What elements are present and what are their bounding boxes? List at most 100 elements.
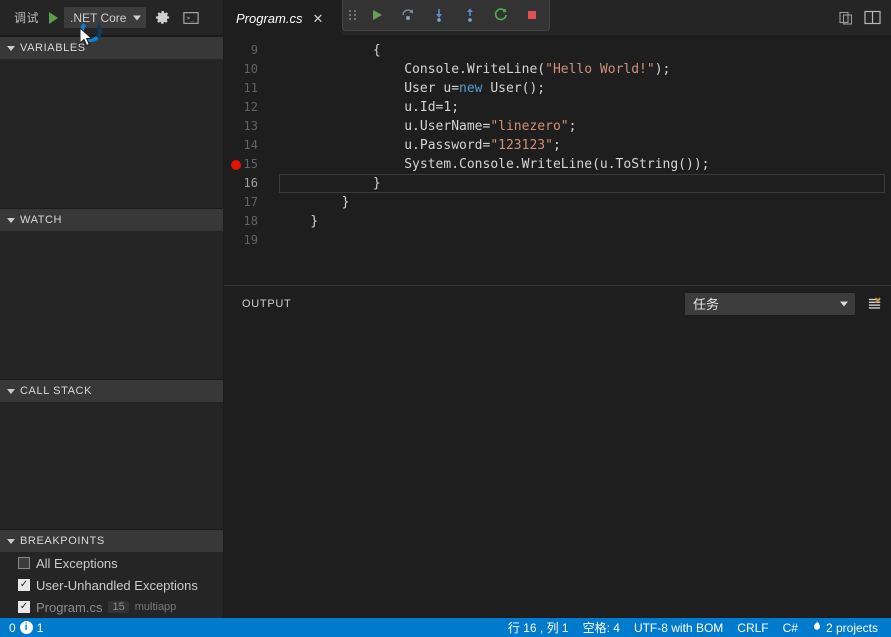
line-number: 18 (243, 214, 258, 228)
clear-output-icon[interactable] (863, 293, 885, 315)
code-line[interactable]: 19 (224, 231, 891, 250)
status-bar: 0 i 1 行 16 , 列 1 空格: 4 UTF-8 with BOM CR… (0, 618, 891, 637)
checkbox-program-cs-breakpoint[interactable]: ✓ (18, 601, 30, 613)
code-line[interactable]: 10 Console.WriteLine("Hello World!"); (224, 60, 891, 79)
section-title-call-stack: CALL STACK (20, 385, 93, 397)
code-text: User u=new User(); (404, 81, 546, 96)
debug-panel-title: 调试 (14, 11, 40, 25)
encoding[interactable]: UTF-8 with BOM (627, 621, 730, 635)
restart-button[interactable] (490, 4, 512, 26)
flame-icon (812, 620, 822, 635)
code-text: u.UserName="linezero"; (404, 119, 577, 134)
terminal-icon[interactable]: >_ (180, 7, 202, 29)
step-into-button[interactable] (428, 4, 450, 26)
chevron-down-icon (840, 301, 848, 306)
section-header-call-stack[interactable]: CALL STACK (0, 380, 223, 402)
panel-tab-output[interactable]: OUTPUT (242, 298, 291, 310)
code-line[interactable]: 9 { (224, 41, 891, 60)
list-item[interactable]: All Exceptions (0, 552, 223, 574)
line-number: 14 (243, 138, 258, 152)
code-line[interactable]: 14 u.Password="123123"; (224, 136, 891, 155)
tab-program-cs[interactable]: Program.cs ✕ (224, 0, 342, 35)
vscode-window: 调试 .NET Core >_ VARIABLES WATCH CALL STA… (0, 0, 891, 637)
output-channel-dropdown[interactable]: 任务 (685, 292, 855, 315)
problems-status[interactable]: 0 i 1 (2, 621, 50, 635)
launch-config-dropdown[interactable]: .NET Core (64, 7, 147, 28)
breakpoint-label: User-Unhandled Exceptions (36, 577, 198, 593)
section-title-breakpoints: BREAKPOINTS (20, 535, 105, 547)
drag-grip-icon[interactable] (349, 10, 357, 20)
line-number: 12 (243, 100, 258, 114)
sidebar-section-breakpoints: BREAKPOINTS All Exceptions ✓ User-Unhand… (0, 529, 223, 618)
output-channel-value: 任务 (693, 297, 720, 312)
projects-status[interactable]: 2 projects (805, 620, 885, 635)
line-number: 13 (243, 119, 258, 133)
code-line[interactable]: 17 } (224, 193, 891, 212)
editor-tabbar: Program.cs ✕ (224, 0, 891, 35)
breakpoint-label: Program.cs (36, 599, 103, 615)
code-line[interactable]: 15 System.Console.WriteLine(u.ToString()… (224, 155, 891, 174)
code-line[interactable]: 11 User u=new User(); (224, 79, 891, 98)
output-panel: OUTPUT 任务 (224, 285, 891, 618)
code-line[interactable]: 18 } (224, 212, 891, 231)
code-line[interactable]: 12 u.Id=1; (224, 98, 891, 117)
debug-toolbar[interactable] (342, 0, 550, 31)
line-number: 10 (243, 62, 258, 76)
status-bar-right: 行 16 , 列 1 空格: 4 UTF-8 with BOM CRLF C# … (501, 619, 891, 636)
list-item[interactable]: ✓ User-Unhandled Exceptions (0, 574, 223, 596)
eol[interactable]: CRLF (730, 621, 775, 635)
code-text: } (372, 176, 381, 191)
line-number: 19 (243, 233, 258, 247)
chevron-down-icon (7, 388, 15, 394)
sidebar-section-call-stack: CALL STACK (0, 379, 223, 529)
cursor-position[interactable]: 行 16 , 列 1 (501, 619, 576, 636)
svg-text:>_: >_ (187, 15, 195, 22)
code-text: u.Id=1; (404, 100, 460, 115)
checkbox-user-unhandled-exceptions[interactable]: ✓ (18, 579, 30, 591)
code-editor[interactable]: 9 {10 Console.WriteLine("Hello World!");… (224, 35, 891, 285)
code-text: } (341, 195, 350, 210)
launch-config-value: .NET Core (70, 10, 127, 25)
section-header-breakpoints[interactable]: BREAKPOINTS (0, 530, 223, 552)
split-editor-icon[interactable] (861, 7, 883, 29)
step-out-button[interactable] (459, 4, 481, 26)
code-text: System.Console.WriteLine(u.ToString()); (404, 157, 710, 172)
breakpoint-icon[interactable] (231, 159, 241, 170)
list-item[interactable]: ✓ Program.cs 15 multiapp (0, 596, 223, 618)
editor-actions (835, 0, 891, 35)
section-header-watch[interactable]: WATCH (0, 209, 223, 231)
code-line[interactable]: 16 } (224, 174, 891, 193)
info-count-value: 1 (36, 620, 44, 635)
editor-area: Program.cs ✕ 9 {10 Console.WriteLine("H… (224, 0, 891, 618)
continue-button[interactable] (366, 4, 388, 26)
call-stack-list[interactable] (0, 402, 223, 529)
projects-count: 2 projects (825, 620, 878, 635)
indentation[interactable]: 空格: 4 (576, 619, 627, 636)
variables-list[interactable] (0, 59, 223, 208)
sidebar-section-variables: VARIABLES (0, 36, 223, 208)
code-text: u.Password="123123"; (404, 138, 561, 153)
watch-list[interactable] (0, 231, 223, 379)
gear-icon[interactable] (152, 7, 174, 29)
error-count-value: 0 (9, 620, 16, 635)
sidebar-section-watch: WATCH (0, 208, 223, 379)
step-over-button[interactable] (397, 4, 419, 26)
tab-label: Program.cs (236, 10, 303, 26)
code-line[interactable]: 13 u.UserName="linezero"; (224, 117, 891, 136)
language-mode[interactable]: C# (776, 621, 805, 635)
output-content[interactable] (224, 321, 891, 618)
checkbox-all-exceptions[interactable] (18, 557, 30, 569)
section-header-variables[interactable]: VARIABLES (0, 37, 223, 59)
line-number: 16 (243, 176, 258, 190)
start-debugging-icon[interactable] (49, 11, 59, 24)
open-changes-icon[interactable] (835, 7, 857, 29)
close-icon[interactable]: ✕ (312, 12, 323, 25)
chevron-down-icon (133, 15, 142, 20)
breakpoint-line-number: 15 (108, 601, 129, 613)
output-panel-header: OUTPUT 任务 (224, 286, 891, 321)
breakpoint-project: multiapp (134, 601, 177, 613)
breakpoints-list[interactable]: All Exceptions ✓ User-Unhandled Exceptio… (0, 552, 223, 618)
chevron-down-icon (7, 538, 15, 544)
code-text: } (310, 214, 319, 229)
stop-button[interactable] (521, 4, 543, 26)
